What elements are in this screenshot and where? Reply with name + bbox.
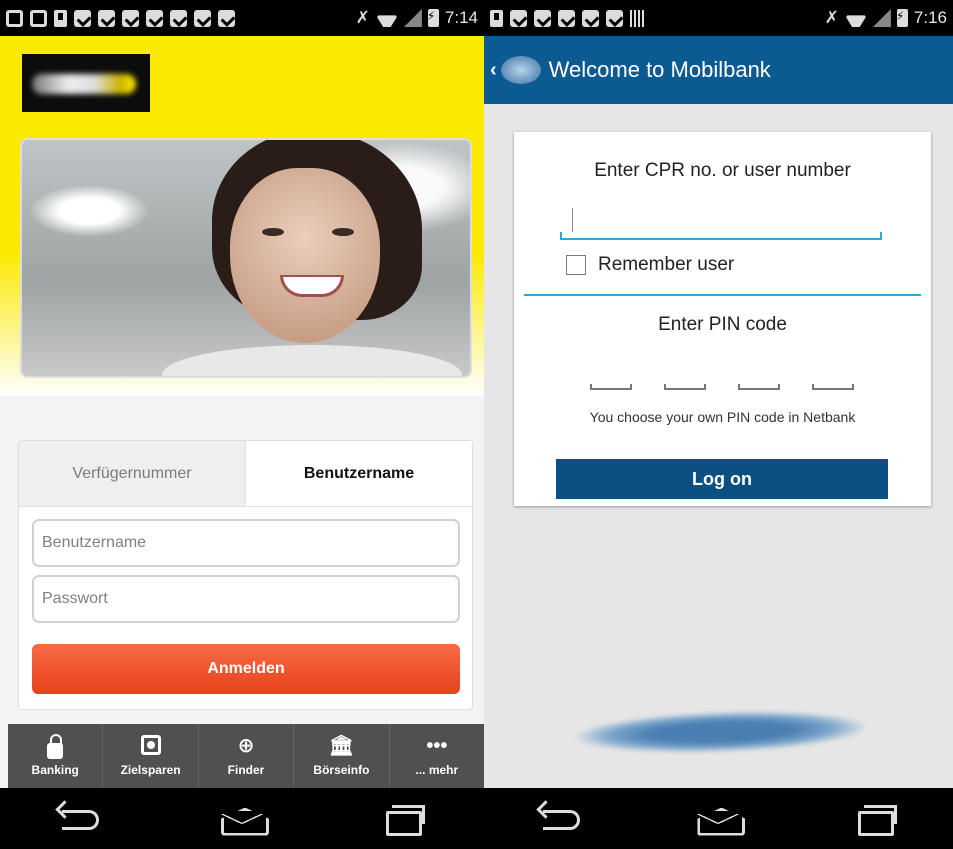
recent-apps-icon[interactable] <box>378 802 428 836</box>
app-header: ‹ Welcome to Mobilbank <box>484 36 953 104</box>
safe-icon <box>140 735 161 755</box>
wifi-icon <box>376 9 398 27</box>
tabbar-item-banking[interactable]: Banking <box>8 724 104 788</box>
remember-user-checkbox[interactable]: Remember user <box>566 254 734 276</box>
hero-photo <box>20 138 472 378</box>
login-button[interactable]: Anmelden <box>32 644 460 694</box>
brand-logo-blurred <box>575 706 867 758</box>
left-phone-screen: ✗ 7:14 Verfügernummer Benutzername Anmel… <box>0 0 484 849</box>
image-notification-icon <box>30 9 47 27</box>
status-bar: ✗ 7:16 <box>484 0 953 36</box>
battery-charging-icon <box>427 9 439 27</box>
store-update-icon <box>558 9 575 27</box>
store-update-icon <box>146 9 163 27</box>
barcode-icon <box>630 9 646 27</box>
checkbox-icon <box>566 255 586 275</box>
store-update-icon <box>170 9 187 27</box>
login-card: Verfügernummer Benutzername Anmelden <box>18 440 473 710</box>
home-icon[interactable] <box>693 802 743 832</box>
pin-digit-3[interactable] <box>738 382 780 390</box>
android-nav-bar <box>484 788 953 849</box>
store-update-icon <box>606 9 623 27</box>
more-icon: ••• <box>426 735 448 757</box>
back-icon[interactable] <box>56 802 106 832</box>
battery-charging-icon <box>896 9 908 27</box>
pin-hint: You choose your own PIN code in Netbank <box>589 409 856 425</box>
tabbar-item-zielsparen[interactable]: Zielsparen <box>103 724 199 788</box>
tabbar-item-finder[interactable]: ⊕ Finder <box>199 724 295 788</box>
password-input[interactable] <box>32 575 460 623</box>
login-card: Enter CPR no. or user number Remember us… <box>514 132 931 506</box>
right-phone-screen: ✗ 7:16 ‹ Welcome to Mobilbank Enter CPR … <box>484 0 953 849</box>
store-update-icon <box>510 9 527 27</box>
divider <box>524 294 921 296</box>
page-title: Welcome to Mobilbank <box>548 57 771 82</box>
signal-icon <box>403 9 422 27</box>
store-update-icon <box>122 9 139 27</box>
login-tabs: Verfügernummer Benutzername <box>19 441 472 507</box>
notification-icon <box>6 9 23 27</box>
android-nav-bar <box>0 788 484 849</box>
bank-logo[interactable] <box>500 56 541 84</box>
tabbar-item-boerseinfo[interactable]: 🏛 Börseinfo <box>294 724 390 788</box>
store-update-icon <box>582 9 599 27</box>
bank-logo <box>22 54 150 112</box>
user-number-label: Enter CPR no. or user number <box>594 160 851 181</box>
recent-apps-icon[interactable] <box>850 802 900 836</box>
bluetooth-off-icon: ✗ <box>824 8 839 27</box>
tab-benutzername[interactable]: Benutzername <box>246 441 472 506</box>
user-number-input[interactable] <box>560 202 882 240</box>
pin-digit-1[interactable] <box>590 382 632 390</box>
tabbar-item-mehr[interactable]: ••• ... mehr <box>390 724 484 788</box>
bank-icon: 🏛 <box>328 735 355 757</box>
download-icon <box>54 9 67 27</box>
store-update-icon <box>534 9 551 27</box>
pin-digit-2[interactable] <box>664 382 706 390</box>
bottom-tab-bar: Banking Zielsparen ⊕ Finder 🏛 Börseinfo … <box>8 724 484 788</box>
status-time: 7:16 <box>913 8 947 27</box>
status-bar: ✗ 7:14 <box>0 0 484 36</box>
download-icon <box>490 9 503 27</box>
store-update-icon <box>74 9 91 27</box>
store-update-icon <box>194 9 211 27</box>
back-icon[interactable] <box>537 802 587 832</box>
bluetooth-off-icon: ✗ <box>355 8 370 27</box>
pin-digit-4[interactable] <box>812 382 854 390</box>
username-input[interactable] <box>32 519 460 567</box>
log-on-button[interactable]: Log on <box>556 459 888 499</box>
wifi-icon <box>845 9 867 27</box>
home-icon[interactable] <box>217 802 267 832</box>
crosshair-icon: ⊕ <box>237 735 255 757</box>
back-chevron-icon[interactable]: ‹ <box>490 59 497 82</box>
store-update-icon <box>98 9 115 27</box>
tab-verfuegernummer[interactable]: Verfügernummer <box>19 441 246 506</box>
signal-icon <box>872 9 891 27</box>
store-update-icon <box>218 9 235 27</box>
lock-icon <box>47 734 64 759</box>
pin-input-group <box>590 382 854 390</box>
pin-label: Enter PIN code <box>658 314 787 335</box>
status-time: 7:14 <box>444 8 478 27</box>
